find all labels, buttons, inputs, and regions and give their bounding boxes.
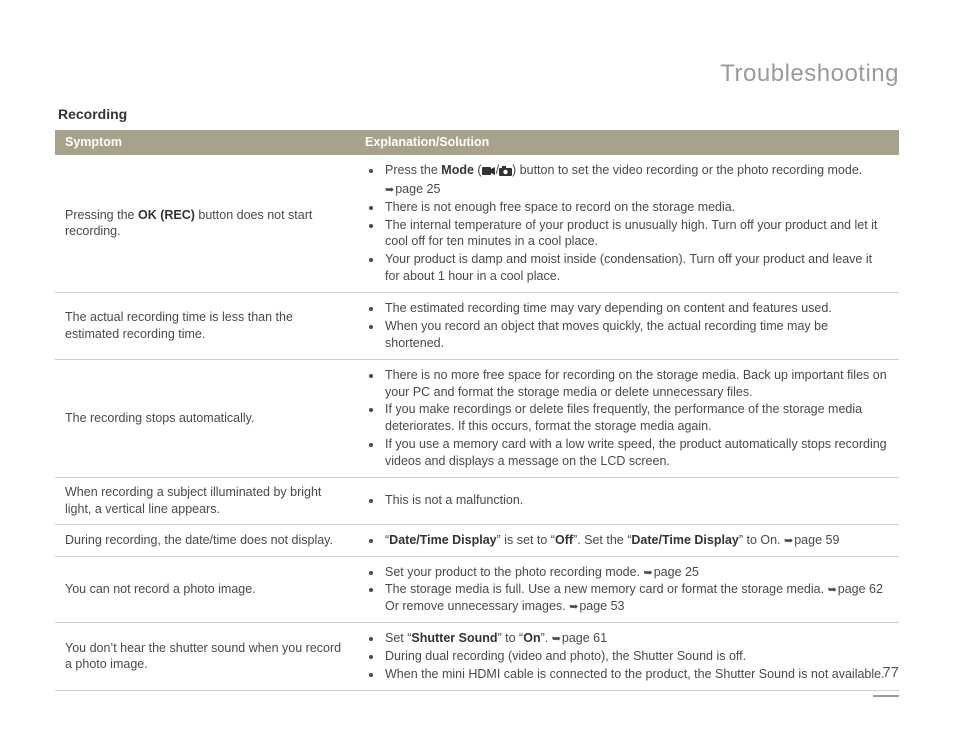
- arrow-icon: [552, 631, 562, 645]
- manual-page: Troubleshooting Recording Symptom Explan…: [0, 0, 954, 721]
- page-number: 77: [873, 664, 899, 681]
- page-ref: page 25: [395, 182, 440, 196]
- text: Pressing the: [65, 208, 138, 222]
- list-item: If you use a memory card with a low writ…: [383, 436, 889, 470]
- table-row: The actual recording time is less than t…: [55, 293, 899, 360]
- text: ”.: [541, 631, 552, 645]
- symptom-cell: The actual recording time is less than t…: [55, 293, 355, 360]
- solution-cell: This is not a malfunction.: [355, 477, 899, 524]
- list-item: There is not enough free space to record…: [383, 199, 889, 216]
- header-symptom: Symptom: [55, 130, 355, 155]
- text: ” to On.: [739, 533, 784, 547]
- solution-cell: The estimated recording time may vary de…: [355, 293, 899, 360]
- arrow-icon: [385, 182, 395, 196]
- table-row: The recording stops automatically. There…: [55, 359, 899, 477]
- list-item: This is not a malfunction.: [383, 492, 889, 509]
- list-item: There is no more free space for recordin…: [383, 367, 889, 401]
- text: Set your product to the photo recording …: [385, 565, 644, 579]
- list-item: During dual recording (video and photo),…: [383, 648, 889, 665]
- list-item: The estimated recording time may vary de…: [383, 300, 889, 317]
- table-row: Pressing the OK (REC) button does not st…: [55, 155, 899, 293]
- symptom-cell: You don’t hear the shutter sound when yo…: [55, 623, 355, 691]
- list-item: If you make recordings or delete files f…: [383, 401, 889, 435]
- symptom-cell: During recording, the date/time does not…: [55, 524, 355, 556]
- list-item: “Date/Time Display” is set to “Off”. Set…: [383, 532, 889, 549]
- text: (: [474, 163, 482, 177]
- symptom-cell: When recording a subject illuminated by …: [55, 477, 355, 524]
- troubleshooting-table: Symptom Explanation/Solution Pressing th…: [55, 130, 899, 691]
- page-ref: page 25: [654, 565, 699, 579]
- solution-cell: “Date/Time Display” is set to “Off”. Set…: [355, 524, 899, 556]
- text: The storage media is full. Use a new mem…: [385, 582, 828, 596]
- text-bold: Date/Time Display: [631, 533, 738, 547]
- page-ref: page 59: [794, 533, 839, 547]
- arrow-icon: [644, 565, 654, 579]
- text-bold: Mode: [441, 163, 474, 177]
- arrow-icon: [828, 582, 838, 596]
- list-item: Press the Mode (/) button to set the vid…: [383, 162, 889, 198]
- solution-cell: There is no more free space for recordin…: [355, 359, 899, 477]
- page-rule: [873, 695, 899, 697]
- list-item: Set your product to the photo recording …: [383, 564, 889, 581]
- table-row: You can not record a photo image. Set yo…: [55, 556, 899, 623]
- text: Press the: [385, 163, 441, 177]
- text-bold: Date/Time Display: [389, 533, 496, 547]
- list-item: The storage media is full. Use a new mem…: [383, 581, 889, 615]
- header-solution: Explanation/Solution: [355, 130, 899, 155]
- list-item: When you record an object that moves qui…: [383, 318, 889, 352]
- photo-mode-icon: [499, 164, 512, 181]
- page-ref: page 53: [579, 599, 624, 613]
- page-title: Troubleshooting: [55, 60, 899, 88]
- table-row: You don’t hear the shutter sound when yo…: [55, 623, 899, 691]
- list-item: When the mini HDMI cable is connected to…: [383, 666, 889, 683]
- section-title: Recording: [58, 106, 899, 122]
- symptom-cell: You can not record a photo image.: [55, 556, 355, 623]
- table-header-row: Symptom Explanation/Solution: [55, 130, 899, 155]
- text: Set “: [385, 631, 411, 645]
- solution-cell: Set “Shutter Sound” to “On”. page 61 Dur…: [355, 623, 899, 691]
- table-row: When recording a subject illuminated by …: [55, 477, 899, 524]
- text-bold: OK (REC): [138, 208, 195, 222]
- list-item: Your product is damp and moist inside (c…: [383, 251, 889, 285]
- arrow-icon: [569, 599, 579, 613]
- table-row: During recording, the date/time does not…: [55, 524, 899, 556]
- text: ” to “: [498, 631, 524, 645]
- video-mode-icon: [482, 164, 496, 181]
- text-bold: Off: [555, 533, 573, 547]
- page-number-block: 77: [873, 664, 899, 702]
- symptom-cell: The recording stops automatically.: [55, 359, 355, 477]
- page-ref: page 61: [562, 631, 607, 645]
- text-bold: Shutter Sound: [411, 631, 497, 645]
- text: ”. Set the “: [573, 533, 631, 547]
- arrow-icon: [784, 533, 794, 547]
- list-item: Set “Shutter Sound” to “On”. page 61: [383, 630, 889, 647]
- solution-cell: Set your product to the photo recording …: [355, 556, 899, 623]
- list-item: The internal temperature of your product…: [383, 217, 889, 251]
- text-bold: On: [523, 631, 540, 645]
- text: ) button to set the video recording or t…: [512, 163, 862, 177]
- solution-cell: Press the Mode (/) button to set the vid…: [355, 155, 899, 293]
- symptom-cell: Pressing the OK (REC) button does not st…: [55, 155, 355, 293]
- text: ” is set to “: [497, 533, 555, 547]
